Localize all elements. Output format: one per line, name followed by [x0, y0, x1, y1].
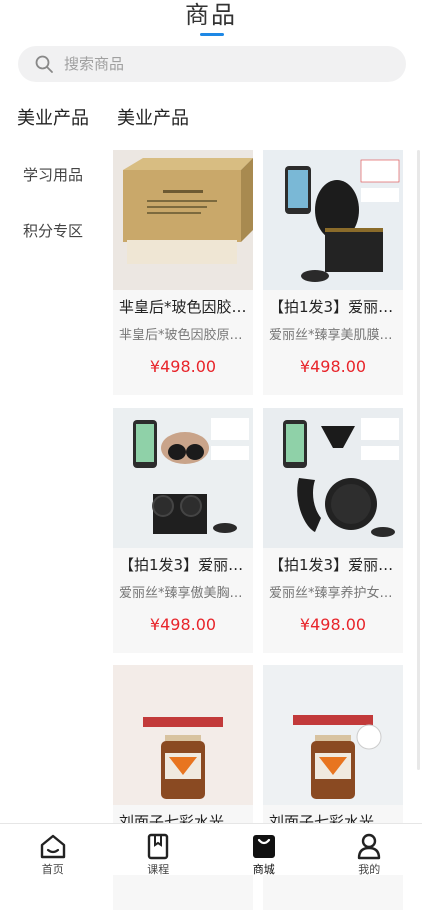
title-indicator	[200, 33, 224, 36]
scrollbar[interactable]	[417, 150, 420, 770]
product-desc: 爱丽丝*臻享傲美胸膜…	[113, 582, 253, 601]
product-desc: 爱丽丝*臻享美肌膜【…	[263, 324, 403, 343]
page-title: 商品	[0, 0, 422, 30]
product-image	[263, 665, 403, 805]
home-icon	[39, 832, 67, 860]
product-name: 【拍1发3】爱丽丝*臻享	[263, 296, 403, 317]
product-image	[263, 408, 403, 548]
section-title: 美业产品	[117, 104, 189, 130]
product-name: 【拍1发3】爱丽丝*臻享	[263, 554, 403, 575]
tab-courses[interactable]: 课程	[106, 824, 212, 875]
search-icon	[34, 54, 54, 74]
sidebar-item-beauty[interactable]: 美业产品	[0, 96, 106, 152]
product-name: 【拍1发3】爱丽丝*臻享	[113, 554, 253, 575]
tab-profile[interactable]: 我的	[317, 824, 422, 875]
product-name: 芈皇后*玻色因胶原蛋白	[113, 296, 253, 317]
sidebar-item-study[interactable]: 学习用品	[0, 152, 106, 208]
product-card[interactable]: 【拍1发3】爱丽丝*臻享 爱丽丝*臻享养护女式… ¥498.00	[263, 408, 403, 653]
product-desc: 爱丽丝*臻享养护女式…	[263, 582, 403, 601]
product-price: ¥498.00	[263, 357, 403, 376]
product-price: ¥498.00	[113, 615, 253, 634]
header: 商品	[0, 0, 422, 42]
tab-home[interactable]: 首页	[0, 824, 106, 875]
product-desc: 芈皇后*玻色因胶原蛋白…	[113, 324, 253, 343]
product-image	[113, 150, 253, 290]
product-image	[263, 150, 403, 290]
product-card[interactable]: 【拍1发3】爱丽丝*臻享 爱丽丝*臻享傲美胸膜… ¥498.00	[113, 408, 253, 653]
product-image	[113, 408, 253, 548]
bottom-tab-bar: 首页 课程 商城 我的	[0, 823, 422, 875]
product-image	[113, 665, 253, 805]
user-icon	[355, 832, 383, 860]
product-card[interactable]: 芈皇后*玻色因胶原蛋白 芈皇后*玻色因胶原蛋白… ¥498.00	[113, 150, 253, 395]
category-sidebar: 美业产品 学习用品 积分专区	[0, 96, 106, 264]
shopping-bag-icon	[250, 832, 278, 860]
product-price: ¥498.00	[113, 357, 253, 376]
tab-shop[interactable]: 商城	[211, 824, 317, 875]
search-bar[interactable]	[18, 46, 406, 82]
search-input[interactable]	[62, 54, 362, 74]
sidebar-item-points[interactable]: 积分专区	[0, 208, 106, 264]
product-price: ¥498.00	[263, 615, 403, 634]
product-card[interactable]: 【拍1发3】爱丽丝*臻享 爱丽丝*臻享美肌膜【… ¥498.00	[263, 150, 403, 395]
book-icon	[144, 832, 172, 860]
